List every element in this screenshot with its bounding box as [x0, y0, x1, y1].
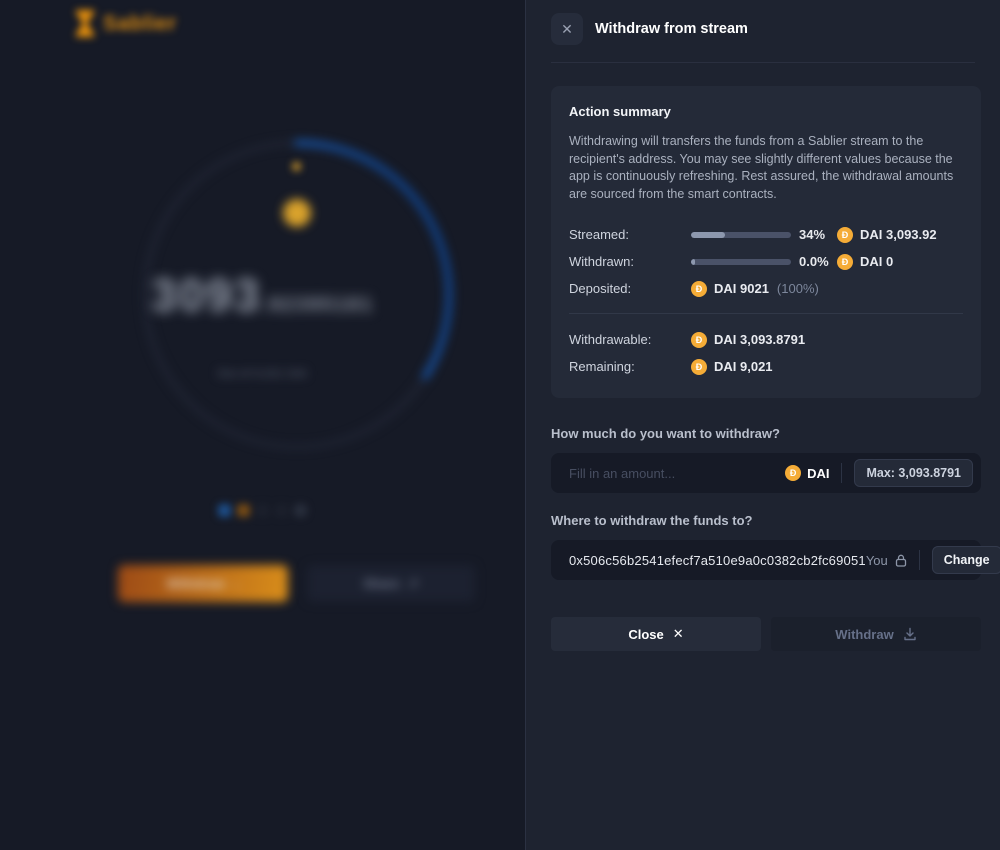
remaining-amount: DAI 9,021 [714, 359, 773, 374]
background-page: Sablier 3093.92395181 Out of 9,021 DAI W… [0, 0, 525, 850]
withdraw-button[interactable]: Withdraw [771, 617, 981, 651]
stream-pager [0, 504, 525, 517]
deposited-row: Deposited: Đ DAI 9021 (100%) [569, 275, 963, 302]
withdrawable-amount: DAI 3,093.8791 [714, 332, 805, 347]
pager-item[interactable] [275, 504, 288, 517]
withdrawn-label: Withdrawn: [569, 254, 691, 269]
recipient-field: 0x506c56b2541efecf7a510e9a0c0382cb2fc690… [551, 540, 981, 580]
background-withdraw-label: Withdraw [167, 576, 225, 591]
dai-icon: Đ [837, 227, 853, 243]
withdrawn-amount: DAI 0 [860, 254, 893, 269]
small-dot-icon [292, 162, 301, 171]
modal-header: ✕ Withdraw from stream [526, 0, 1000, 58]
field-separator [919, 550, 920, 570]
withdrawn-percent: 0.0% [799, 254, 837, 269]
dai-icon: Đ [691, 281, 707, 297]
pager-item-orange[interactable] [237, 504, 250, 517]
background-share-label: Share [363, 576, 399, 591]
amount-section-label: How much do you want to withdraw? [551, 426, 981, 441]
recipient-section-label: Where to withdraw the funds to? [551, 513, 981, 528]
amount-fraction: .92395181 [261, 294, 374, 316]
background-share-button[interactable]: Share ↗ [307, 565, 475, 602]
close-button-label: Close [628, 627, 663, 642]
withdrawn-row: Withdrawn: 0.0% Đ DAI 0 [569, 248, 963, 275]
you-indicator: You [866, 553, 907, 568]
change-button[interactable]: Change [932, 546, 1000, 574]
field-separator [841, 463, 842, 483]
withdrawn-progress-bar [691, 259, 791, 265]
amount-subtitle: Out of 9,021 DAI [0, 368, 525, 380]
max-button[interactable]: Max: 3,093.8791 [854, 459, 973, 487]
streamed-row: Streamed: 34% Đ DAI 3,093.92 [569, 221, 963, 248]
streamed-label: Streamed: [569, 227, 691, 242]
withdrawable-label: Withdrawable: [569, 332, 691, 347]
withdrawable-row: Withdrawable: Đ DAI 3,093.8791 [569, 326, 963, 353]
dai-icon: Đ [691, 359, 707, 375]
amount-input[interactable] [569, 466, 785, 481]
background-withdraw-button[interactable]: Withdraw ↓ [118, 565, 288, 602]
dai-coin-icon [283, 199, 311, 227]
pager-item-blue[interactable] [218, 504, 231, 517]
dai-icon: Đ [837, 254, 853, 270]
token-badge: Đ DAI [785, 465, 829, 481]
deposited-amount: DAI 9021 [714, 281, 769, 296]
streamed-progress-bar [691, 232, 791, 238]
modal-title: Withdraw from stream [595, 21, 748, 37]
remaining-row: Remaining: Đ DAI 9,021 [569, 353, 963, 380]
close-button[interactable]: Close ✕ [551, 617, 761, 651]
streamed-amount-display: 3093.92395181 [0, 268, 525, 322]
action-summary-card: Action summary Withdrawing will transfer… [551, 86, 981, 398]
token-symbol: DAI [807, 466, 829, 481]
download-icon [903, 627, 917, 641]
logo-text: Sablier [103, 12, 177, 36]
action-summary-description: Withdrawing will transfers the funds fro… [569, 133, 963, 203]
withdraw-modal: ✕ Withdraw from stream Action summary Wi… [525, 0, 1000, 850]
share-icon: ↗ [408, 576, 419, 592]
summary-divider [569, 313, 963, 314]
deposited-label: Deposited: [569, 281, 691, 296]
lock-icon [895, 554, 907, 567]
withdraw-button-label: Withdraw [835, 627, 893, 642]
deposited-note: (100%) [777, 281, 819, 296]
action-summary-title: Action summary [569, 104, 963, 119]
streamed-amount: DAI 3,093.92 [860, 227, 937, 242]
dai-icon: Đ [691, 332, 707, 348]
you-label: You [866, 553, 888, 568]
pager-item-circle[interactable] [294, 504, 307, 517]
amount-field: Đ DAI Max: 3,093.8791 [551, 453, 981, 493]
sablier-logo: Sablier [76, 10, 177, 37]
streamed-percent: 34% [799, 227, 837, 242]
close-x-icon: ✕ [673, 626, 684, 642]
dai-icon: Đ [785, 465, 801, 481]
close-icon[interactable]: ✕ [551, 13, 583, 45]
pager-item[interactable] [256, 504, 269, 517]
modal-footer: Close ✕ Withdraw [551, 617, 981, 651]
download-icon: ↓ [233, 576, 240, 591]
remaining-label: Remaining: [569, 359, 691, 374]
amount-integer: 3093 [151, 269, 261, 321]
hourglass-icon [76, 10, 94, 37]
recipient-address: 0x506c56b2541efecf7a510e9a0c0382cb2fc690… [569, 553, 866, 568]
